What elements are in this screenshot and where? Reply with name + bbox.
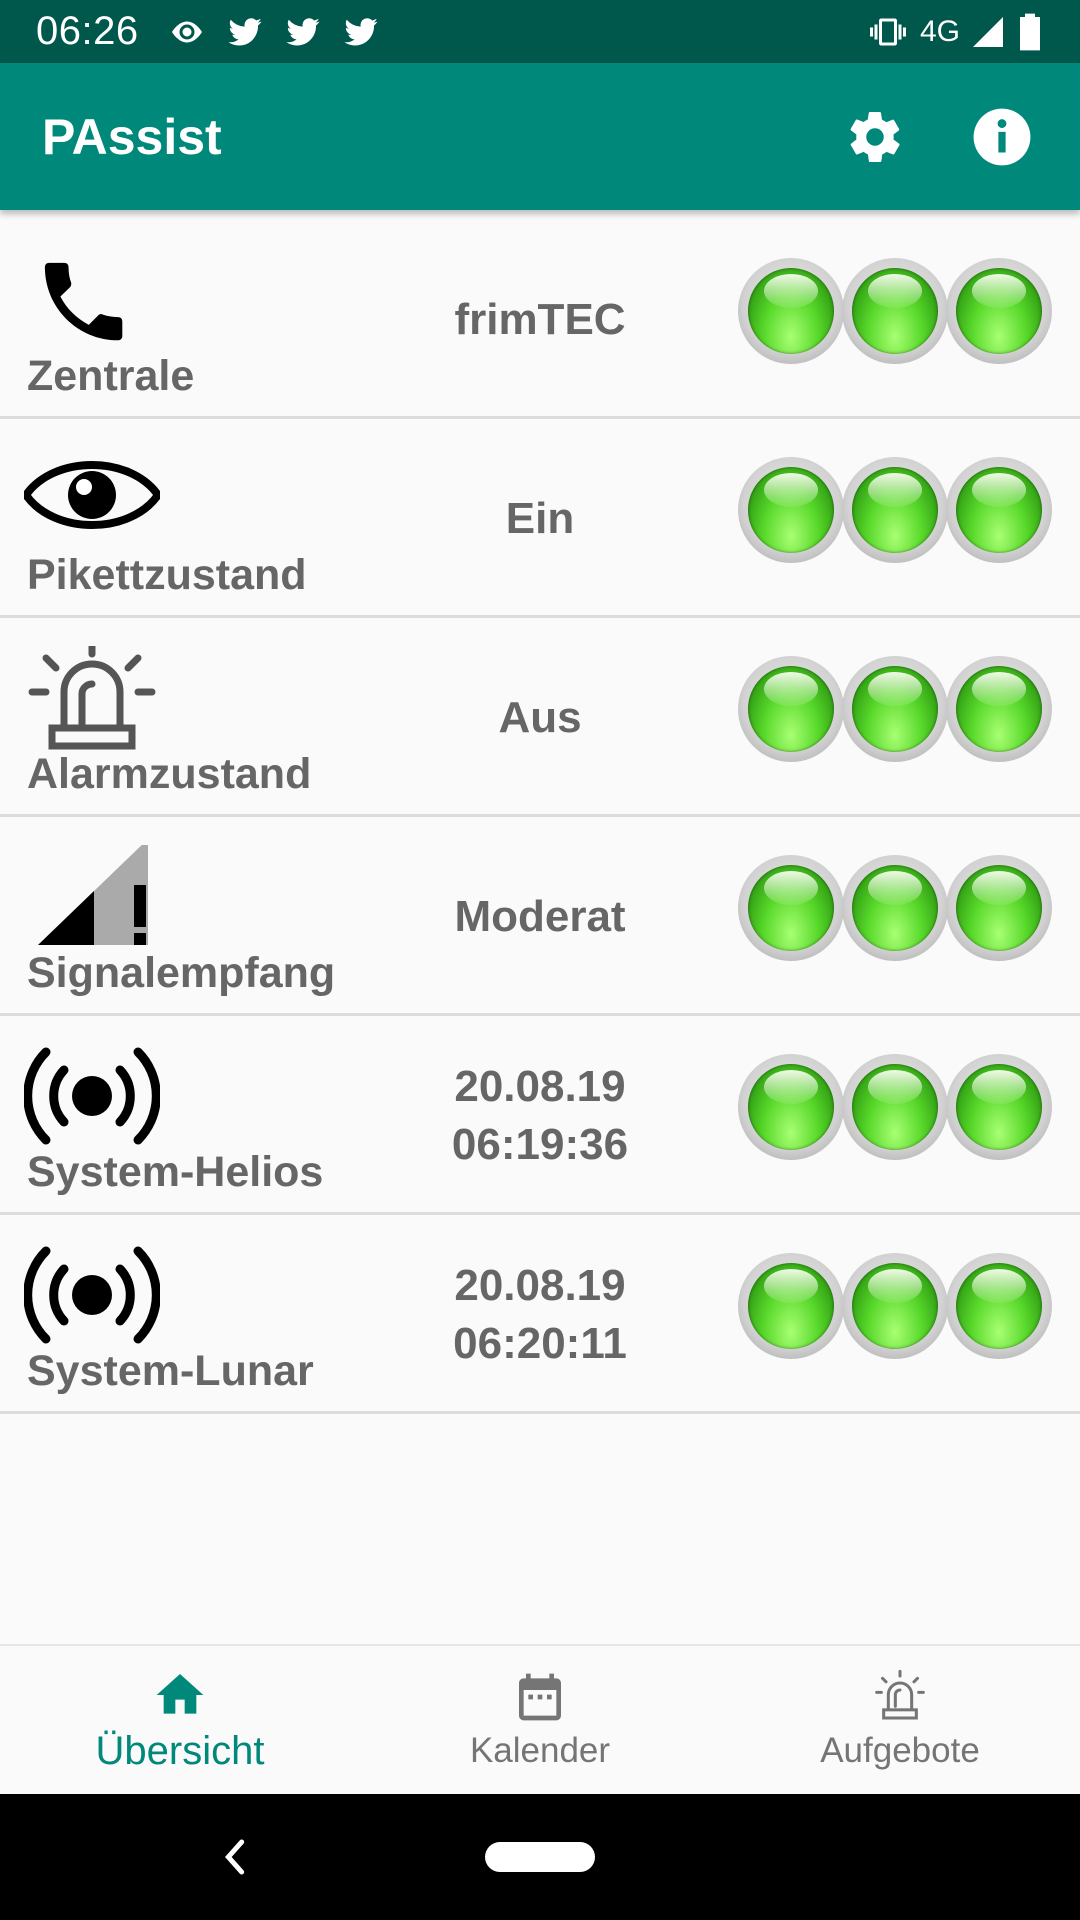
vibrate-icon	[869, 18, 906, 45]
twitter-icon	[286, 17, 320, 45]
settings-button[interactable]	[839, 101, 911, 173]
nav-aufgebote[interactable]: Aufgebote	[720, 1646, 1080, 1794]
system-navigation-bar	[0, 1794, 1080, 1920]
status-led-green	[738, 656, 844, 762]
app-title: PAssist	[42, 108, 222, 165]
home-pill-button[interactable]	[485, 1842, 595, 1872]
row-value: 20.08.19 06:19:36	[451, 1062, 629, 1169]
app-bar: PAssist	[0, 63, 1080, 210]
status-row-signalempfang[interactable]: Signalempfang Moderat	[0, 817, 1080, 1016]
row-value: frimTEC	[454, 294, 626, 344]
status-led-green	[842, 656, 948, 762]
row-value: Aus	[498, 692, 582, 742]
status-system-icons: 4G	[866, 12, 1044, 52]
status-row-alarmzustand[interactable]: Alarmzustand Aus	[0, 618, 1080, 817]
row-label: System-Helios	[27, 1148, 324, 1196]
status-led-green	[946, 855, 1052, 961]
battery-icon	[1020, 13, 1040, 50]
broadcast-icon	[23, 1243, 161, 1353]
status-led-green	[946, 1054, 1052, 1160]
status-led-green	[946, 258, 1052, 364]
home-icon	[156, 1673, 204, 1714]
nav-label: Aufgebote	[820, 1731, 980, 1770]
back-icon[interactable]	[215, 1832, 255, 1882]
row-label: Pikettzustand	[27, 551, 307, 599]
signal-icon	[973, 16, 1003, 47]
row-label: Signalempfang	[27, 949, 336, 997]
status-led-green	[738, 457, 844, 563]
row-value: 20.08.19 06:20:11	[453, 1261, 627, 1368]
status-row-system-helios[interactable]: System-Helios 20.08.19 06:19:36	[0, 1016, 1080, 1215]
status-leds	[738, 457, 1052, 563]
signal-alert-icon	[24, 839, 160, 955]
eye-icon	[171, 21, 202, 42]
status-time: 06:26	[36, 9, 139, 53]
status-led-green	[842, 1054, 948, 1160]
alarm-light-icon	[875, 1669, 925, 1720]
row-label: System-Lunar	[27, 1347, 314, 1395]
status-leds	[738, 258, 1052, 364]
settings-icon	[850, 111, 900, 162]
status-row-pikettzustand[interactable]: Pikettzustand Ein	[0, 419, 1080, 618]
bottom-navigation: Übersicht Kalender Aufgebote	[0, 1644, 1080, 1794]
status-led-green	[738, 1054, 844, 1160]
status-led-green	[946, 1253, 1052, 1359]
nav-kalender[interactable]: Kalender	[360, 1646, 720, 1794]
nav-label: Kalender	[469, 1731, 611, 1770]
status-leds	[738, 1253, 1052, 1359]
status-led-green	[738, 1253, 844, 1359]
status-leds	[738, 855, 1052, 961]
calendar-icon	[519, 1673, 561, 1721]
twitter-icon	[228, 17, 262, 45]
eye-icon	[21, 447, 163, 557]
status-led-green	[738, 258, 844, 364]
alarm-light-icon	[24, 636, 160, 756]
broadcast-icon	[23, 1044, 161, 1154]
status-leds	[738, 656, 1052, 762]
row-label: Alarmzustand	[27, 750, 312, 798]
row-value: Moderat	[454, 891, 626, 941]
network-type: 4G	[919, 14, 960, 48]
app-bar-actions	[839, 101, 1038, 173]
nav-label: Übersicht	[95, 1728, 265, 1773]
info-button[interactable]	[966, 101, 1038, 173]
status-bar: 06:26 4G	[0, 0, 1080, 63]
status-leds	[738, 1054, 1052, 1160]
phone-icon	[24, 248, 160, 358]
status-row-zentrale[interactable]: Zentrale frimTEC	[0, 220, 1080, 419]
status-led-green	[946, 656, 1052, 762]
status-led-green	[842, 855, 948, 961]
status-list: Zentrale frimTEC Pikettzustand Ein Alarm…	[0, 220, 1080, 1414]
status-led-green	[842, 1253, 948, 1359]
status-led-green	[946, 457, 1052, 563]
status-row-system-lunar[interactable]: System-Lunar 20.08.19 06:20:11	[0, 1215, 1080, 1414]
status-led-green	[738, 855, 844, 961]
nav-uebersicht[interactable]: Übersicht	[0, 1646, 360, 1794]
row-value: Ein	[505, 493, 575, 543]
status-notification-icons	[165, 14, 383, 50]
status-led-green	[842, 457, 948, 563]
row-label: Zentrale	[27, 352, 195, 400]
twitter-icon	[344, 17, 378, 45]
status-led-green	[842, 258, 948, 364]
info-icon	[973, 108, 1031, 165]
